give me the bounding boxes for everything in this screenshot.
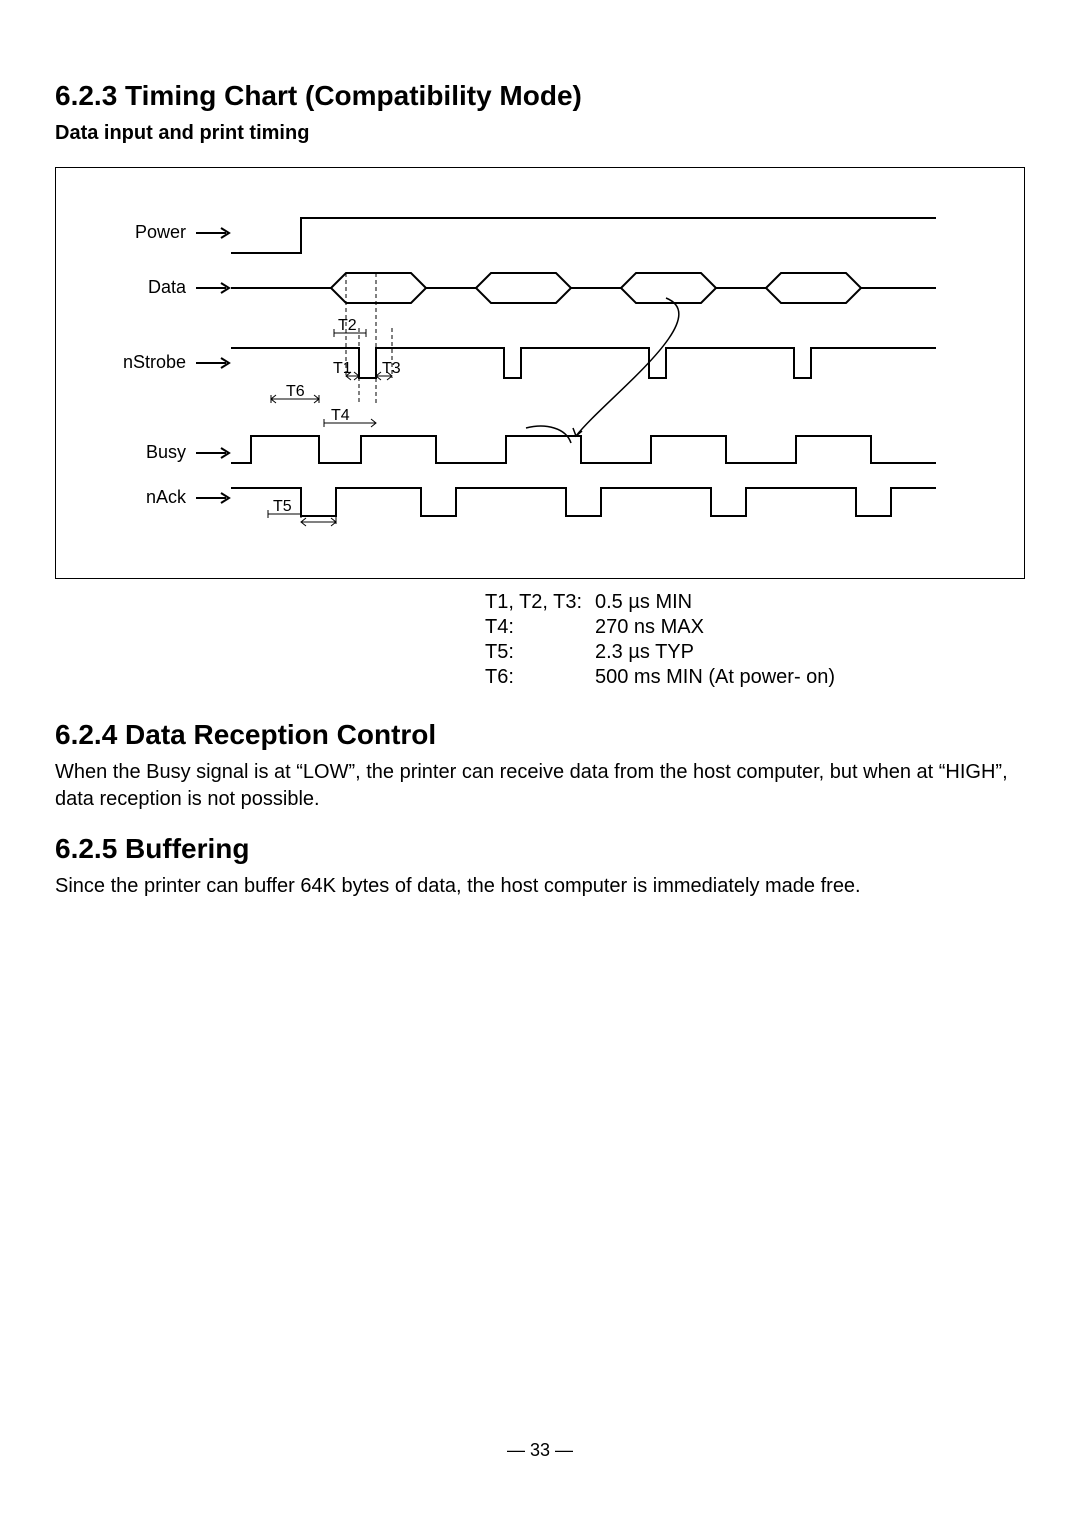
legend-val: 270 ns MAX [595, 616, 704, 639]
legend-val: 0.5 µs MIN [595, 591, 692, 614]
legend-key: T6: [485, 666, 595, 689]
busy-trace [231, 436, 936, 463]
legend-val: 500 ms MIN (At power- on) [595, 666, 835, 689]
timing-legend: T1, T2, T3: 0.5 µs MIN T4: 270 ns MAX T5… [485, 591, 1025, 689]
page-number: — 33 — [55, 1440, 1025, 1461]
nack-trace [231, 488, 936, 516]
section-text: When the Busy signal is at “LOW”, the pr… [55, 759, 1025, 813]
legend-key: T5: [485, 641, 595, 664]
section-subtitle: Data input and print timing [55, 120, 1025, 147]
data-label: Data [148, 277, 187, 297]
t4-label: T4 [331, 407, 350, 424]
t6-label: T6 [286, 383, 305, 400]
t1-label: T1 [333, 360, 352, 377]
section-heading: 6.2.5 Buffering [55, 833, 1025, 865]
timing-svg: Power Data nStrobe T2 T1 T3 T6 [76, 198, 976, 538]
power-label: Power [135, 222, 186, 242]
section-text: Since the printer can buffer 64K bytes o… [55, 873, 1025, 900]
busy-label: Busy [146, 442, 186, 462]
timing-diagram: Power Data nStrobe T2 T1 T3 T6 [55, 167, 1025, 579]
power-trace [231, 218, 936, 253]
data-eye-2 [476, 273, 571, 303]
legend-row: T1, T2, T3: 0.5 µs MIN [485, 591, 1025, 614]
t3-label: T3 [382, 360, 401, 377]
legend-key: T1, T2, T3: [485, 591, 595, 614]
legend-val: 2.3 µs TYP [595, 641, 694, 664]
nack-label: nAck [146, 487, 187, 507]
data-eye-4 [766, 273, 861, 303]
data-eye-1 [331, 273, 426, 303]
section-heading: 6.2.4 Data Reception Control [55, 719, 1025, 751]
nstrobe-label: nStrobe [123, 352, 186, 372]
legend-row: T4: 270 ns MAX [485, 616, 1025, 639]
legend-key: T4: [485, 616, 595, 639]
t2-label: T2 [338, 317, 357, 334]
legend-row: T5: 2.3 µs TYP [485, 641, 1025, 664]
legend-row: T6: 500 ms MIN (At power- on) [485, 666, 1025, 689]
connector-arrow [576, 298, 679, 436]
t5-label: T5 [273, 498, 292, 515]
section-heading: 6.2.3 Timing Chart (Compatibility Mode) [55, 80, 1025, 112]
